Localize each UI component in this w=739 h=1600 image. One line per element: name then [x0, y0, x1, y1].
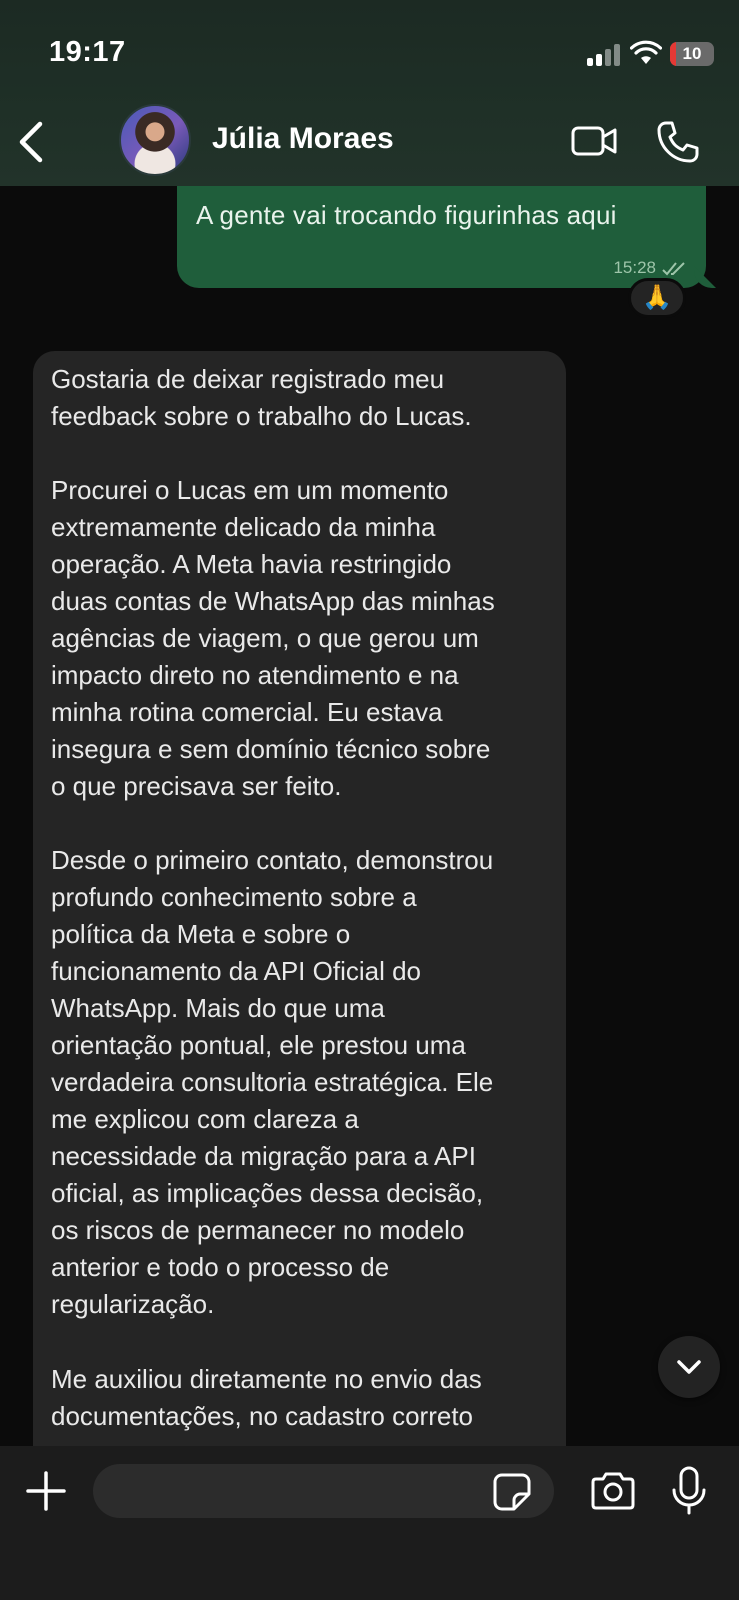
incoming-message[interactable]: Gostaria de deixar registrado meu feedba…	[33, 351, 566, 1446]
message-reaction[interactable]: 🙏	[628, 278, 686, 318]
double-check-icon	[662, 262, 685, 276]
phone-call-icon[interactable]	[656, 120, 700, 164]
message-paragraph: Me auxiliou diretamente no envio das doc…	[51, 1364, 482, 1431]
message-input[interactable]	[93, 1464, 554, 1518]
battery-level: 10	[682, 44, 702, 63]
contact-avatar[interactable]	[119, 104, 191, 176]
plus-icon[interactable]	[25, 1470, 67, 1512]
wifi-icon	[630, 40, 662, 64]
chevron-down-icon	[677, 1360, 701, 1374]
message-paragraph: Procurei o Lucas em um momento extremame…	[51, 475, 495, 801]
outgoing-message[interactable]: A gente vai trocando figurinhas aqui 15:…	[177, 186, 706, 288]
video-call-icon[interactable]	[571, 124, 617, 158]
battery-icon: 10	[670, 42, 714, 66]
contact-name[interactable]: Júlia Moraes	[212, 122, 394, 156]
microphone-icon[interactable]	[671, 1466, 707, 1516]
signal-icon	[587, 44, 621, 66]
message-paragraph: Gostaria de deixar registrado meu feedba…	[51, 364, 472, 431]
message-time: 15:28	[613, 258, 656, 277]
chat-messages[interactable]: A gente vai trocando figurinhas aqui 15:…	[0, 186, 739, 1446]
scroll-to-bottom-button[interactable]	[658, 1336, 720, 1398]
chat-header: 19:17 10 Júlia Moraes	[0, 0, 739, 186]
back-arrow-icon[interactable]	[14, 120, 50, 164]
message-paragraph: Desde o primeiro contato, demonstrou pro…	[51, 845, 494, 1319]
sticker-icon[interactable]	[492, 1472, 532, 1512]
status-time: 19:17	[49, 36, 126, 68]
outgoing-message-text: A gente vai trocando figurinhas aqui	[196, 200, 617, 230]
message-input-bar	[0, 1446, 739, 1600]
camera-icon[interactable]	[589, 1470, 637, 1512]
